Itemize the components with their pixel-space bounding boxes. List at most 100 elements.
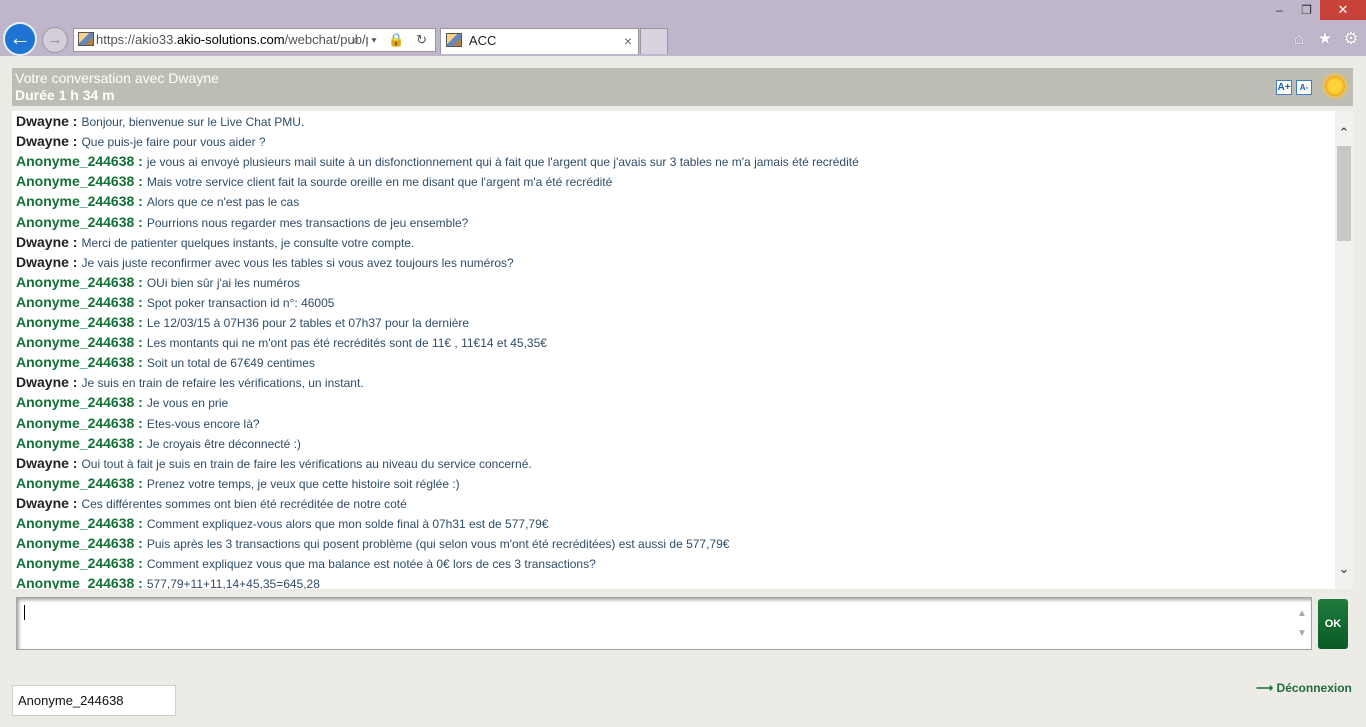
message-author: Anonyme_244638 : [16,213,143,230]
message-row: Anonyme_244638 : Spot poker transaction i… [16,292,334,312]
address-bar-icons[interactable]: ⌕ ▾ 🔒 ↻ [352,29,431,51]
message-author: Anonyme_244638 : [16,193,143,210]
message-text: Spot poker transaction id n°: 46005 [146,295,335,310]
back-arrow-icon: ← [9,25,31,50]
message-text: Puis après les 3 transactions qui posent… [146,537,730,552]
address-url[interactable]: https://akio33.akio-solutions.com/webcha… [96,29,368,51]
message-author: Dwayne : [16,494,78,511]
address-bar[interactable]: https://akio33.akio-solutions.com/webcha… [73,28,436,52]
message-text: je vous ai envoyé plusieurs mail suite à… [146,155,859,170]
logout-link[interactable]: ⟶ Déconnexion [1256,681,1352,695]
message-text: Je vais juste reconfirmer avec vous les … [81,255,514,270]
message-author: Anonyme_244638 : [16,153,143,170]
message-text: Les montants qui ne m'ont pas été recréd… [146,336,547,351]
back-button[interactable]: ← [3,22,37,56]
message-row: Anonyme_244638 : Le 12/03/15 à 07H36 pour… [16,312,469,332]
message-text: Je vous en prie [146,396,229,411]
message-text: Bonjour, bienvenue sur le Live Chat PMU. [81,115,305,129]
message-author: Anonyme_244638 : [16,515,143,531]
message-author: Dwayne : [16,133,78,150]
browser-chrome: ← → https://akio33.akio-solutions.com/we… [0,0,1366,56]
message-author: Anonyme_244638 : [16,314,143,330]
message-row: Anonyme_244638 : Puis après les 3 transac… [16,533,729,553]
message-row: Anonyme_244638 : Etes-vous encore là? [16,413,260,433]
text-caret [24,605,25,620]
message-text: Je suis en train de refaire les vérifica… [81,376,364,391]
new-tab-button[interactable] [640,28,668,54]
message-text: OUi bien sûr j'ai les numéros [146,275,300,290]
message-row: Dwayne : Je vais juste reconfirmer avec v… [16,252,514,272]
message-row: Anonyme_244638 : je vous ai envoyé plusie… [16,151,859,171]
message-author: Anonyme_244638 : [16,173,143,190]
message-row: Anonyme_244638 : Comment expliquez vous q… [16,553,596,573]
message-text: Que puis-je faire pour vous aider ? [81,135,266,150]
nickname-field[interactable]: Anonyme_244638 [12,685,176,716]
restore-button[interactable]: ❐ [1293,0,1320,20]
window-controls: – ❐ ✕ [1266,0,1366,20]
message-author: Dwayne : [16,113,78,129]
message-scrollbar[interactable]: ⌃ ⌄ [1335,111,1353,589]
message-text: Prenez votre temps, je veux que cette hi… [146,476,460,491]
message-author: Anonyme_244638 : [16,474,143,491]
message-row: Anonyme_244638 : Pourrions nous regarder … [16,212,468,232]
close-window-button[interactable]: ✕ [1320,0,1366,20]
scroll-up-icon[interactable]: ⌃ [1335,123,1353,143]
conversation-title: Votre conversation avec Dwayne [15,70,219,86]
message-row: Anonyme_244638 :577,79+11+11,14+45,35=64… [16,573,320,589]
message-row: Dwayne : Oui tout à fait je suis en train… [16,453,532,473]
chat-header: Votre conversation avec Dwayne Durée 1 h… [12,68,1353,106]
send-button[interactable]: OK [1318,599,1348,649]
message-text: Soit un total de 67€49 centimes [146,356,315,371]
message-author: Dwayne : [16,454,78,471]
message-row: Dwayne : Bonjour, bienvenue sur le Live C… [16,111,304,131]
scroll-thumb[interactable] [1337,146,1351,241]
input-scroll-arrows[interactable]: ▲ ▼ [1295,604,1309,644]
message-text: Comment expliquez vous que ma balance es… [146,557,596,572]
message-row: Dwayne : Je suis en train de refaire les … [16,372,364,392]
message-row: Dwayne : Ces différentes sommes ont bien … [16,493,407,513]
message-row: Anonyme_244638 : Soit un total de 67€49 c… [16,352,315,372]
minimize-button[interactable]: – [1266,0,1293,20]
input-scroll-up-icon[interactable]: ▲ [1295,604,1309,624]
input-scroll-down-icon[interactable]: ▼ [1295,624,1309,644]
message-author: Anonyme_244638 : [16,354,143,371]
message-row: Anonyme_244638 : Les montants qui ne m'on… [16,332,547,352]
message-input[interactable]: ▲ ▼ [16,597,1312,650]
tab-favicon-icon [446,33,462,47]
browser-tools: ⌂ ★ ⚙ [1290,29,1360,49]
message-author: Anonyme_244638 : [16,414,143,431]
message-author: Dwayne : [16,253,78,270]
message-text: Oui tout à fait je suis en train de fair… [81,456,532,471]
message-row: Anonyme_244638 : Alors que ce n'est pas l… [16,191,299,211]
gear-icon[interactable]: ⚙ [1342,29,1360,49]
message-row: Anonyme_244638 : Mais votre service clien… [16,171,612,191]
message-text: Pourrions nous regarder mes transactions… [146,215,469,230]
message-author: Anonyme_244638 : [16,394,143,411]
message-author: Anonyme_244638 : [16,334,143,351]
message-text: Alors que ce n'est pas le cas [146,195,300,210]
message-text: 577,79+11+11,14+45,35=645,28 [146,577,320,589]
home-icon[interactable]: ⌂ [1290,29,1308,49]
message-row: Anonyme_244638 : Je vous en prie [16,392,228,412]
scroll-down-icon[interactable]: ⌄ [1335,559,1353,579]
sun-icon [1325,76,1345,96]
message-text: Le 12/03/15 à 07H36 pour 2 tables et 07h… [146,316,470,330]
tab-acc[interactable]: ACC × [440,28,639,54]
message-author: Dwayne : [16,233,78,250]
message-author: Anonyme_244638 : [16,555,143,572]
message-author: Dwayne : [16,374,78,391]
font-increase-button[interactable]: A+ [1276,80,1292,95]
message-text: Je croyais être déconnecté :) [146,436,301,451]
message-author: Anonyme_244638 : [16,434,143,451]
message-text: Comment expliquez-vous alors que mon sol… [146,517,549,531]
favorites-star-icon[interactable]: ★ [1316,29,1334,49]
forward-arrow-icon: → [47,31,63,48]
message-text: Mais votre service client fait la sourde… [146,175,613,190]
message-text: Merci de patienter quelques instants, je… [81,235,415,250]
message-text: Etes-vous encore là? [146,416,260,431]
conversation-duration: Durée 1 h 34 m [15,87,115,103]
tab-close-icon[interactable]: × [624,29,632,53]
font-decrease-button[interactable]: A- [1296,80,1312,95]
forward-button[interactable]: → [42,27,68,53]
message-author: Anonyme_244638 : [16,293,143,310]
